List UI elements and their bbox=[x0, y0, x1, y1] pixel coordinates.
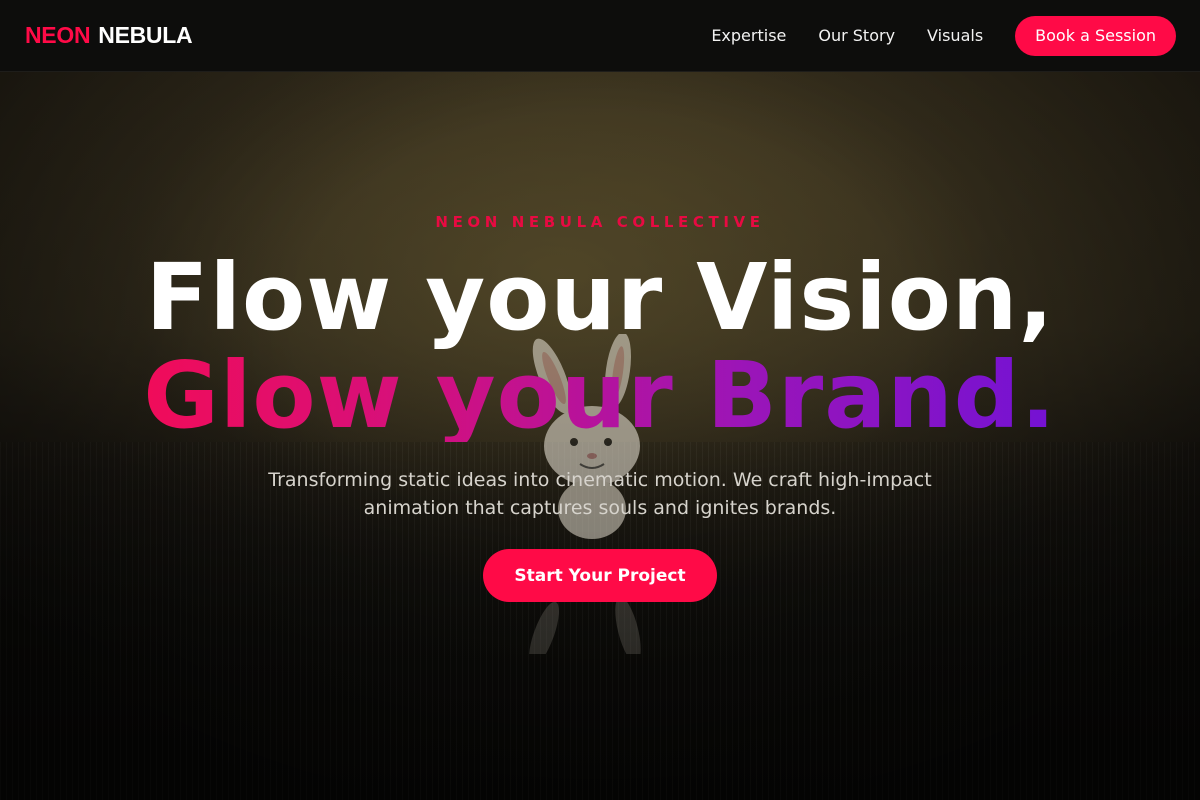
hero-headline-line1: Flow your Vision, bbox=[145, 244, 1055, 351]
nav-link-our-story[interactable]: Our Story bbox=[818, 26, 895, 45]
hero-eyebrow: NEON NEBULA COLLECTIVE bbox=[435, 213, 765, 231]
hero-headline-line2: Glow your Brand. bbox=[0, 350, 1200, 442]
logo-neon: NEON bbox=[25, 22, 91, 48]
logo-nebula: NEBULA bbox=[98, 22, 193, 48]
nav-links: Expertise Our Story Visuals Book a Sessi… bbox=[711, 15, 1176, 56]
book-session-button[interactable]: Book a Session bbox=[1015, 15, 1176, 56]
hero-subtitle: Transforming static ideas into cinematic… bbox=[268, 469, 932, 519]
brand-logo[interactable]: NEON NEBULA bbox=[25, 22, 193, 49]
nav-link-visuals[interactable]: Visuals bbox=[927, 26, 983, 45]
start-project-button[interactable]: Start Your Project bbox=[483, 549, 717, 602]
nav-link-expertise[interactable]: Expertise bbox=[711, 26, 786, 45]
hero-section: NEON NEBULA COLLECTIVE Flow your Vision,… bbox=[0, 72, 1200, 800]
top-navbar: NEON NEBULA Expertise Our Story Visuals … bbox=[0, 0, 1200, 72]
